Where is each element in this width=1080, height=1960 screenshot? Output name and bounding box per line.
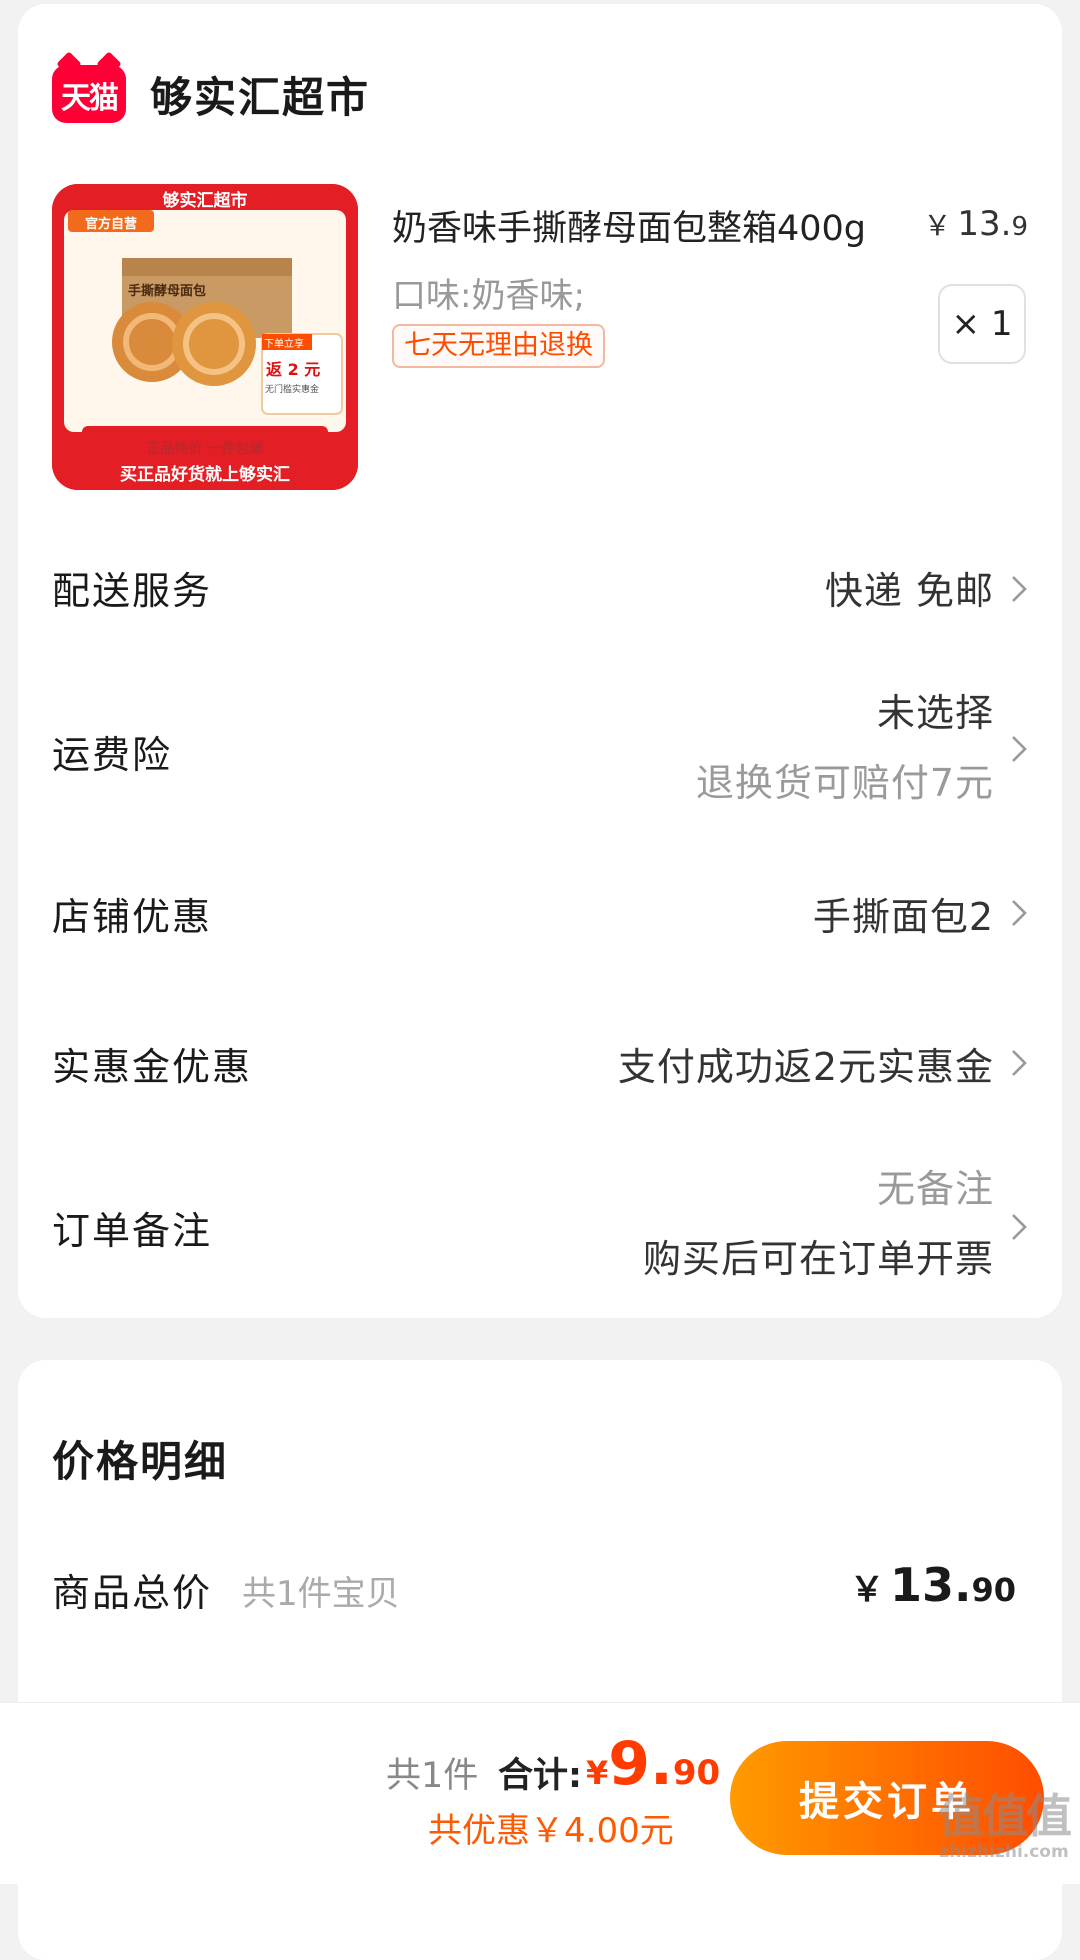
product-image[interactable]: 够实汇超市 官方自营 手撕酵母面包 下单立享 返 2 元 无门槛实惠金 正品特价… [52, 184, 358, 490]
checkout-bar: 共1件 合计: ¥9.90 共优惠￥4.00元 提交订单 [0, 1702, 1080, 1884]
item-count: 共1件 [386, 1756, 479, 1796]
watermark: 值值值 zhizhizhi.com [938, 1780, 1072, 1862]
tmall-logo-text: 天猫 [61, 81, 119, 116]
product-image-promo-main: 返 2 元 [266, 360, 321, 379]
shipping-insurance-note: 退换货可赔付7元 [695, 761, 994, 805]
store-header[interactable]: 天猫 够实汇超市 [52, 64, 370, 124]
goods-total-amount: ￥ 13.90 [850, 1558, 1016, 1612]
cashback-value: 支付成功返2元实惠金 [617, 1045, 994, 1089]
goods-total-label: 商品总价 [52, 1571, 213, 1615]
shipping-insurance-label: 运费险 [52, 733, 173, 777]
product-image-promo-sub: 无门槛实惠金 [265, 385, 320, 395]
order-card: 天猫 够实汇超市 够实汇超市 官方自营 手撕酵母面包 下单立享 返 2 元 无门… [18, 4, 1062, 1318]
product-price: ￥ 13.9 [923, 204, 1028, 244]
product-image-slogan-1: 正品特价 一件包邮 [146, 441, 264, 457]
chevron-right-icon [1012, 900, 1027, 926]
delivery-label: 配送服务 [52, 569, 213, 613]
cashback-label: 实惠金优惠 [52, 1045, 253, 1089]
chevron-right-icon [1012, 1050, 1027, 1076]
product-image-promo-top: 下单立享 [264, 339, 304, 350]
product-price-symbol: ￥ [923, 209, 952, 242]
total-discount: 共优惠￥4.00元 [428, 1811, 674, 1851]
store-discount-row[interactable]: 店铺优惠 手撕面包2 [52, 864, 1028, 954]
goods-total-int: 13. [889, 1558, 972, 1612]
goods-total-dec: 90 [971, 1571, 1016, 1609]
chevron-right-icon [1012, 1214, 1027, 1240]
product-price-int: 13. [957, 204, 1012, 244]
product-price-dec: 9 [1011, 212, 1028, 242]
total-symbol: ¥ [586, 1754, 609, 1792]
price-detail-title: 价格明细 [52, 1437, 229, 1486]
cashback-row[interactable]: 实惠金优惠 支付成功返2元实惠金 [52, 1014, 1028, 1104]
tmall-logo: 天猫 [52, 65, 126, 123]
product-image-slogan-2: 买正品好货就上够实汇 [120, 465, 290, 485]
delivery-value: 快递 免邮 [824, 569, 994, 613]
product-image-badge: 官方自营 [84, 217, 137, 232]
order-remark-value: 无备注 [876, 1167, 994, 1211]
total-int: 9. [608, 1729, 673, 1799]
watermark-logo: 值值值 [938, 1789, 1072, 1843]
order-remark-label: 订单备注 [52, 1209, 213, 1253]
product-image-box-text: 手撕酵母面包 [128, 284, 207, 299]
shipping-insurance-row[interactable]: 运费险 未选择 退换货可赔付7元 [52, 674, 1028, 824]
return-policy-tag: 七天无理由退换 [392, 324, 605, 368]
delivery-row[interactable]: 配送服务 快递 免邮 [52, 544, 1028, 634]
store-name[interactable]: 够实汇超市 [150, 64, 370, 125]
total-dec: 90 [672, 1753, 721, 1793]
goods-count: 共1件宝贝 [242, 1574, 400, 1614]
product-image-banner: 够实汇超市 [162, 191, 248, 211]
order-remark-row[interactable]: 订单备注 无备注 购买后可在订单开票 [52, 1150, 1028, 1300]
chevron-right-icon [1012, 736, 1027, 762]
chevron-right-icon [1012, 576, 1027, 602]
quantity-stepper[interactable]: × 1 [938, 284, 1026, 364]
shipping-insurance-status: 未选择 [876, 691, 994, 735]
total-amount: ¥9.90 [586, 1729, 720, 1799]
invoice-note: 购买后可在订单开票 [642, 1237, 994, 1281]
store-discount-label: 店铺优惠 [52, 895, 213, 939]
total-label: 合计: [498, 1756, 582, 1796]
product-title[interactable]: 奶香味手撕酵母面包整箱400g [392, 200, 866, 251]
product-spec[interactable]: 口味:奶香味; [392, 268, 585, 317]
store-discount-value: 手撕面包2 [812, 895, 994, 939]
watermark-url: zhizhizhi.com [939, 1842, 1069, 1862]
goods-total-symbol: ￥ [849, 1570, 884, 1610]
